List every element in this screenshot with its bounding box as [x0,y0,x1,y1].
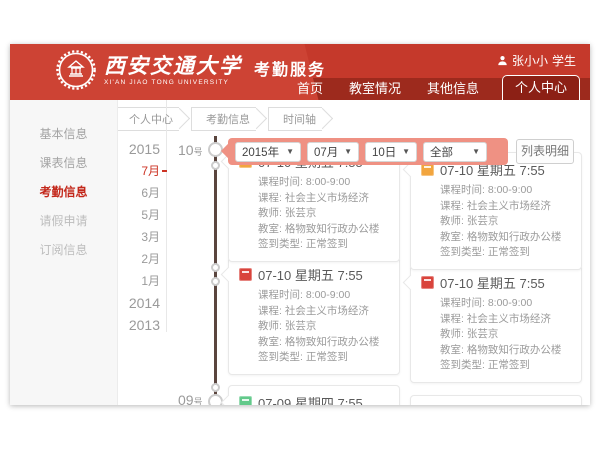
timeline-node [211,263,220,272]
user-info[interactable]: 张小小 学生 [497,52,576,69]
main-nav: 首页 教室情况 其他信息 个人中心 [284,75,584,100]
app-header: 西安交通大学 XI'AN JIAO TONG UNIVERSITY 考勤服务 张… [10,44,590,100]
timeline-node [211,161,220,170]
nav-tab-personal-center[interactable]: 个人中心 [502,75,580,100]
year-nav-2015[interactable]: 2015 [118,138,160,160]
university-name: 西安交通大学 XI'AN JIAO TONG UNIVERSITY [104,55,242,86]
nav-item-home[interactable]: 首页 [284,78,336,100]
year-nav-2013[interactable]: 2013 [118,314,160,336]
type-select[interactable]: 全部▼ [423,142,487,162]
nav-item-other-info[interactable]: 其他信息 [414,78,492,100]
filter-bar: 2015年▼ 07月▼ 10日▼ 全部▼ [228,138,508,165]
chevron-down-icon: ▼ [286,147,294,156]
day-select[interactable]: 10日▼ [365,142,417,162]
breadcrumb-attendance-info[interactable]: 考勤信息 [191,107,256,131]
chevron-down-icon: ▼ [472,147,480,156]
year-nav-2014[interactable]: 2014 [118,292,160,314]
checkin-status-icon [421,276,434,289]
month-nav-jun[interactable]: 6月 [118,182,160,204]
university-name-cn: 西安交通大学 [104,55,242,76]
checkin-status-icon [239,396,252,405]
nav-item-classrooms[interactable]: 教室情况 [336,78,414,100]
card-header: 07-10 星期五 7:55 [239,265,389,284]
month-nav-jul[interactable]: 7月 [118,160,160,182]
sidebar-item-leave-request[interactable]: 请假申请 [10,207,117,236]
month-nav-jan[interactable]: 1月 [118,270,160,292]
day-label-09: 09号 [178,392,203,405]
breadcrumb-timeline[interactable]: 时间轴 [268,107,322,131]
chevron-down-icon: ▼ [344,147,352,156]
active-month-tick [162,170,167,172]
person-icon [497,55,508,66]
sidebar-item-basic-info[interactable]: 基本信息 [10,120,117,149]
user-name: 张小小 [512,52,548,69]
user-role: 学生 [552,52,576,69]
month-select[interactable]: 07月▼ [307,142,359,162]
month-nav-may[interactable]: 5月 [118,204,160,226]
month-nav-feb[interactable]: 2月 [118,248,160,270]
attendance-card[interactable]: 07-10 星期五 7:55 课程时间: 8:00-9:00 课程: 社会主义市… [228,257,400,375]
sidebar-item-attendance-info[interactable]: 考勤信息 [10,178,117,207]
year-select[interactable]: 2015年▼ [235,142,301,162]
timeline-year-nav: 2015 7月 6月 5月 3月 2月 1月 2014 2013 [118,100,167,332]
university-name-en: XI'AN JIAO TONG UNIVERSITY [104,79,242,86]
month-nav-mar[interactable]: 3月 [118,226,160,248]
card-header: 07-09 星期四 7:55 [239,393,389,405]
sidebar-item-schedule-info[interactable]: 课表信息 [10,149,117,178]
attendance-card[interactable]: 07-10 星期五 7:55 课程时间: 8:00-9:00 课程: 社会主义市… [410,265,582,383]
app-window: 西安交通大学 XI'AN JIAO TONG UNIVERSITY 考勤服务 张… [10,44,590,405]
list-detail-button[interactable]: 列表明细 [516,139,574,164]
sidebar-item-subscription-info[interactable]: 订阅信息 [10,236,117,265]
timeline-node [211,277,220,286]
attendance-card[interactable]: 07-10 星期五 7:55 课程时间: 8:00-9:00 课程: 社会主义市… [410,152,582,270]
day-label-10: 10号 [178,142,203,158]
university-logo-icon [56,50,96,90]
attendance-card[interactable]: 07-09 星期四 7:55 [228,385,400,405]
checkin-status-icon [239,268,252,281]
timeline-node [211,383,220,392]
partial-card [410,395,582,405]
chevron-down-icon: ▼ [402,147,410,156]
card-header: 07-10 星期五 7:55 [421,273,571,292]
sidebar: 基本信息 课表信息 考勤信息 请假申请 订阅信息 [10,100,118,405]
page: 西安交通大学 XI'AN JIAO TONG UNIVERSITY 考勤服务 张… [0,0,600,450]
